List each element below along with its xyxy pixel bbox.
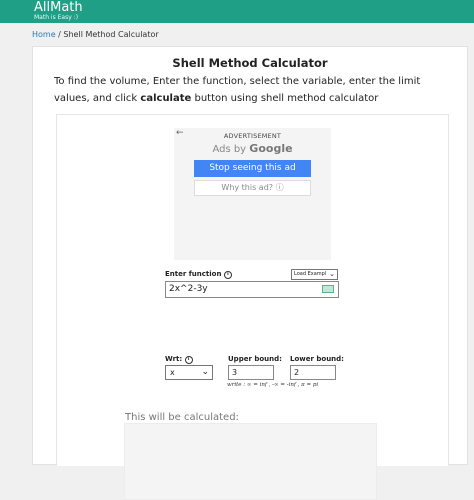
brand-logo[interactable]: AllMath	[34, 1, 83, 15]
calculated-label: This will be calculated:	[125, 412, 239, 423]
intro-text-bold: calculate	[140, 92, 192, 104]
load-example-label: Load Exampl	[294, 271, 327, 277]
lower-bound-input[interactable]: 2	[290, 365, 336, 380]
brand-tagline: Math is Easy :)	[34, 14, 79, 21]
chevron-down-icon: ⌄	[201, 367, 209, 377]
function-label-row: Enter function i	[165, 270, 232, 279]
page-title: Shell Method Calculator	[172, 56, 328, 70]
result-preview-box	[124, 423, 377, 500]
top-header: AllMath Math is Easy :)	[0, 0, 474, 23]
wrt-value: x	[170, 368, 175, 377]
chevron-down-icon: ⌄	[329, 270, 335, 278]
load-example-select[interactable]: Load Exampl ⌄	[291, 269, 338, 280]
ads-by-google: Ads by Google	[174, 142, 331, 155]
upper-bound-input[interactable]: 3	[228, 365, 274, 380]
google-logo: Google	[249, 142, 293, 155]
function-input[interactable]: 2x^2-3y	[165, 281, 339, 298]
function-label: Enter function	[165, 270, 222, 278]
intro-text: To find the volume, Enter the function, …	[54, 74, 454, 107]
upper-bound-label: Upper bound:	[228, 355, 282, 363]
wrt-select[interactable]: x ⌄	[165, 365, 213, 380]
advertisement: ← ADVERTISEMENT Ads by Google Stop seein…	[174, 128, 331, 260]
calculator-card: Shell Method Calculator To find the volu…	[32, 46, 468, 500]
ads-by-text: Ads by	[212, 144, 250, 155]
stop-seeing-ad-button[interactable]: Stop seeing this ad	[194, 160, 311, 177]
breadcrumb-current: Shell Method Calculator	[63, 30, 159, 39]
input-hint: write : ∞ = inf , -∞ = -inf , π = pi	[227, 382, 319, 388]
breadcrumb: Home / Shell Method Calculator	[32, 30, 159, 39]
keyboard-icon[interactable]	[322, 285, 334, 293]
lower-bound-label: Lower bound:	[290, 355, 344, 363]
wrt-label: Wrt:	[165, 355, 183, 363]
info-icon[interactable]: i	[223, 271, 232, 279]
calculator-panel: ← ADVERTISEMENT Ads by Google Stop seein…	[56, 114, 449, 500]
why-this-ad-button[interactable]: Why this ad? ⓘ	[194, 180, 311, 196]
ad-label: ADVERTISEMENT	[223, 132, 282, 140]
info-icon[interactable]: i	[184, 356, 193, 364]
wrt-label-row: Wrt: i	[165, 355, 193, 364]
intro-text-end: button using shell method calculator	[191, 92, 379, 104]
breadcrumb-home-link[interactable]: Home	[32, 30, 56, 39]
